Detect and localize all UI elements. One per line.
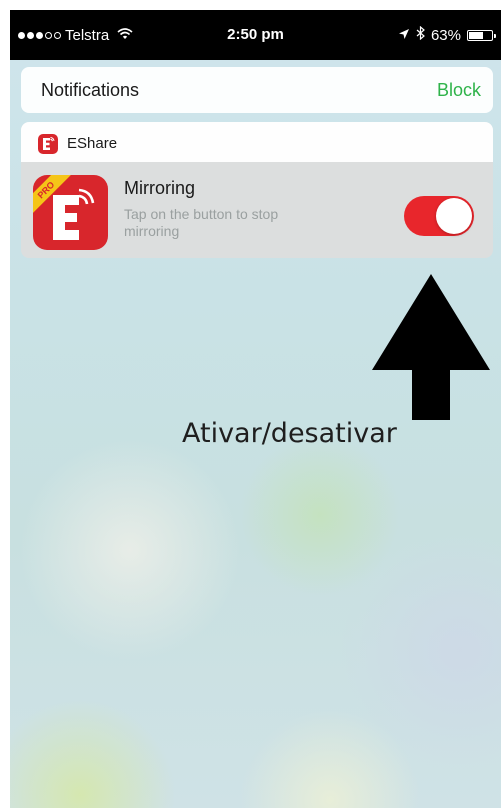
eshare-app-icon bbox=[38, 134, 58, 154]
toggle-knob bbox=[436, 198, 472, 234]
battery-cap bbox=[494, 33, 496, 38]
battery-icon bbox=[467, 29, 496, 41]
battery-level-fill bbox=[469, 31, 483, 39]
annotation-label: Ativar/desativar bbox=[182, 418, 397, 449]
up-arrow-icon bbox=[372, 274, 490, 425]
phone-screen: Telstra 2:50 pm 63% Notifications Block … bbox=[10, 10, 501, 808]
mirroring-toggle[interactable] bbox=[404, 196, 474, 236]
notification-title: Mirroring bbox=[124, 178, 196, 198]
status-bar: Telstra 2:50 pm 63% bbox=[10, 10, 501, 60]
notifications-title: Notifications bbox=[41, 80, 140, 100]
block-button[interactable]: Block bbox=[437, 67, 481, 113]
notification-subtitle: Tap on the button to stop mirroring bbox=[124, 206, 279, 239]
notifications-header: Notifications Block bbox=[21, 67, 493, 113]
status-right: 63% bbox=[398, 10, 496, 60]
battery-percent: 63% bbox=[430, 26, 461, 44]
location-arrow-icon bbox=[398, 27, 410, 44]
app-header: EShare bbox=[21, 122, 493, 162]
eshare-notification-card[interactable]: EShare PRO Mirroring Tap on the button t… bbox=[21, 122, 493, 258]
eshare-pro-app-icon: PRO bbox=[33, 175, 108, 250]
bluetooth-icon bbox=[416, 25, 425, 44]
app-name: EShare bbox=[67, 135, 118, 152]
